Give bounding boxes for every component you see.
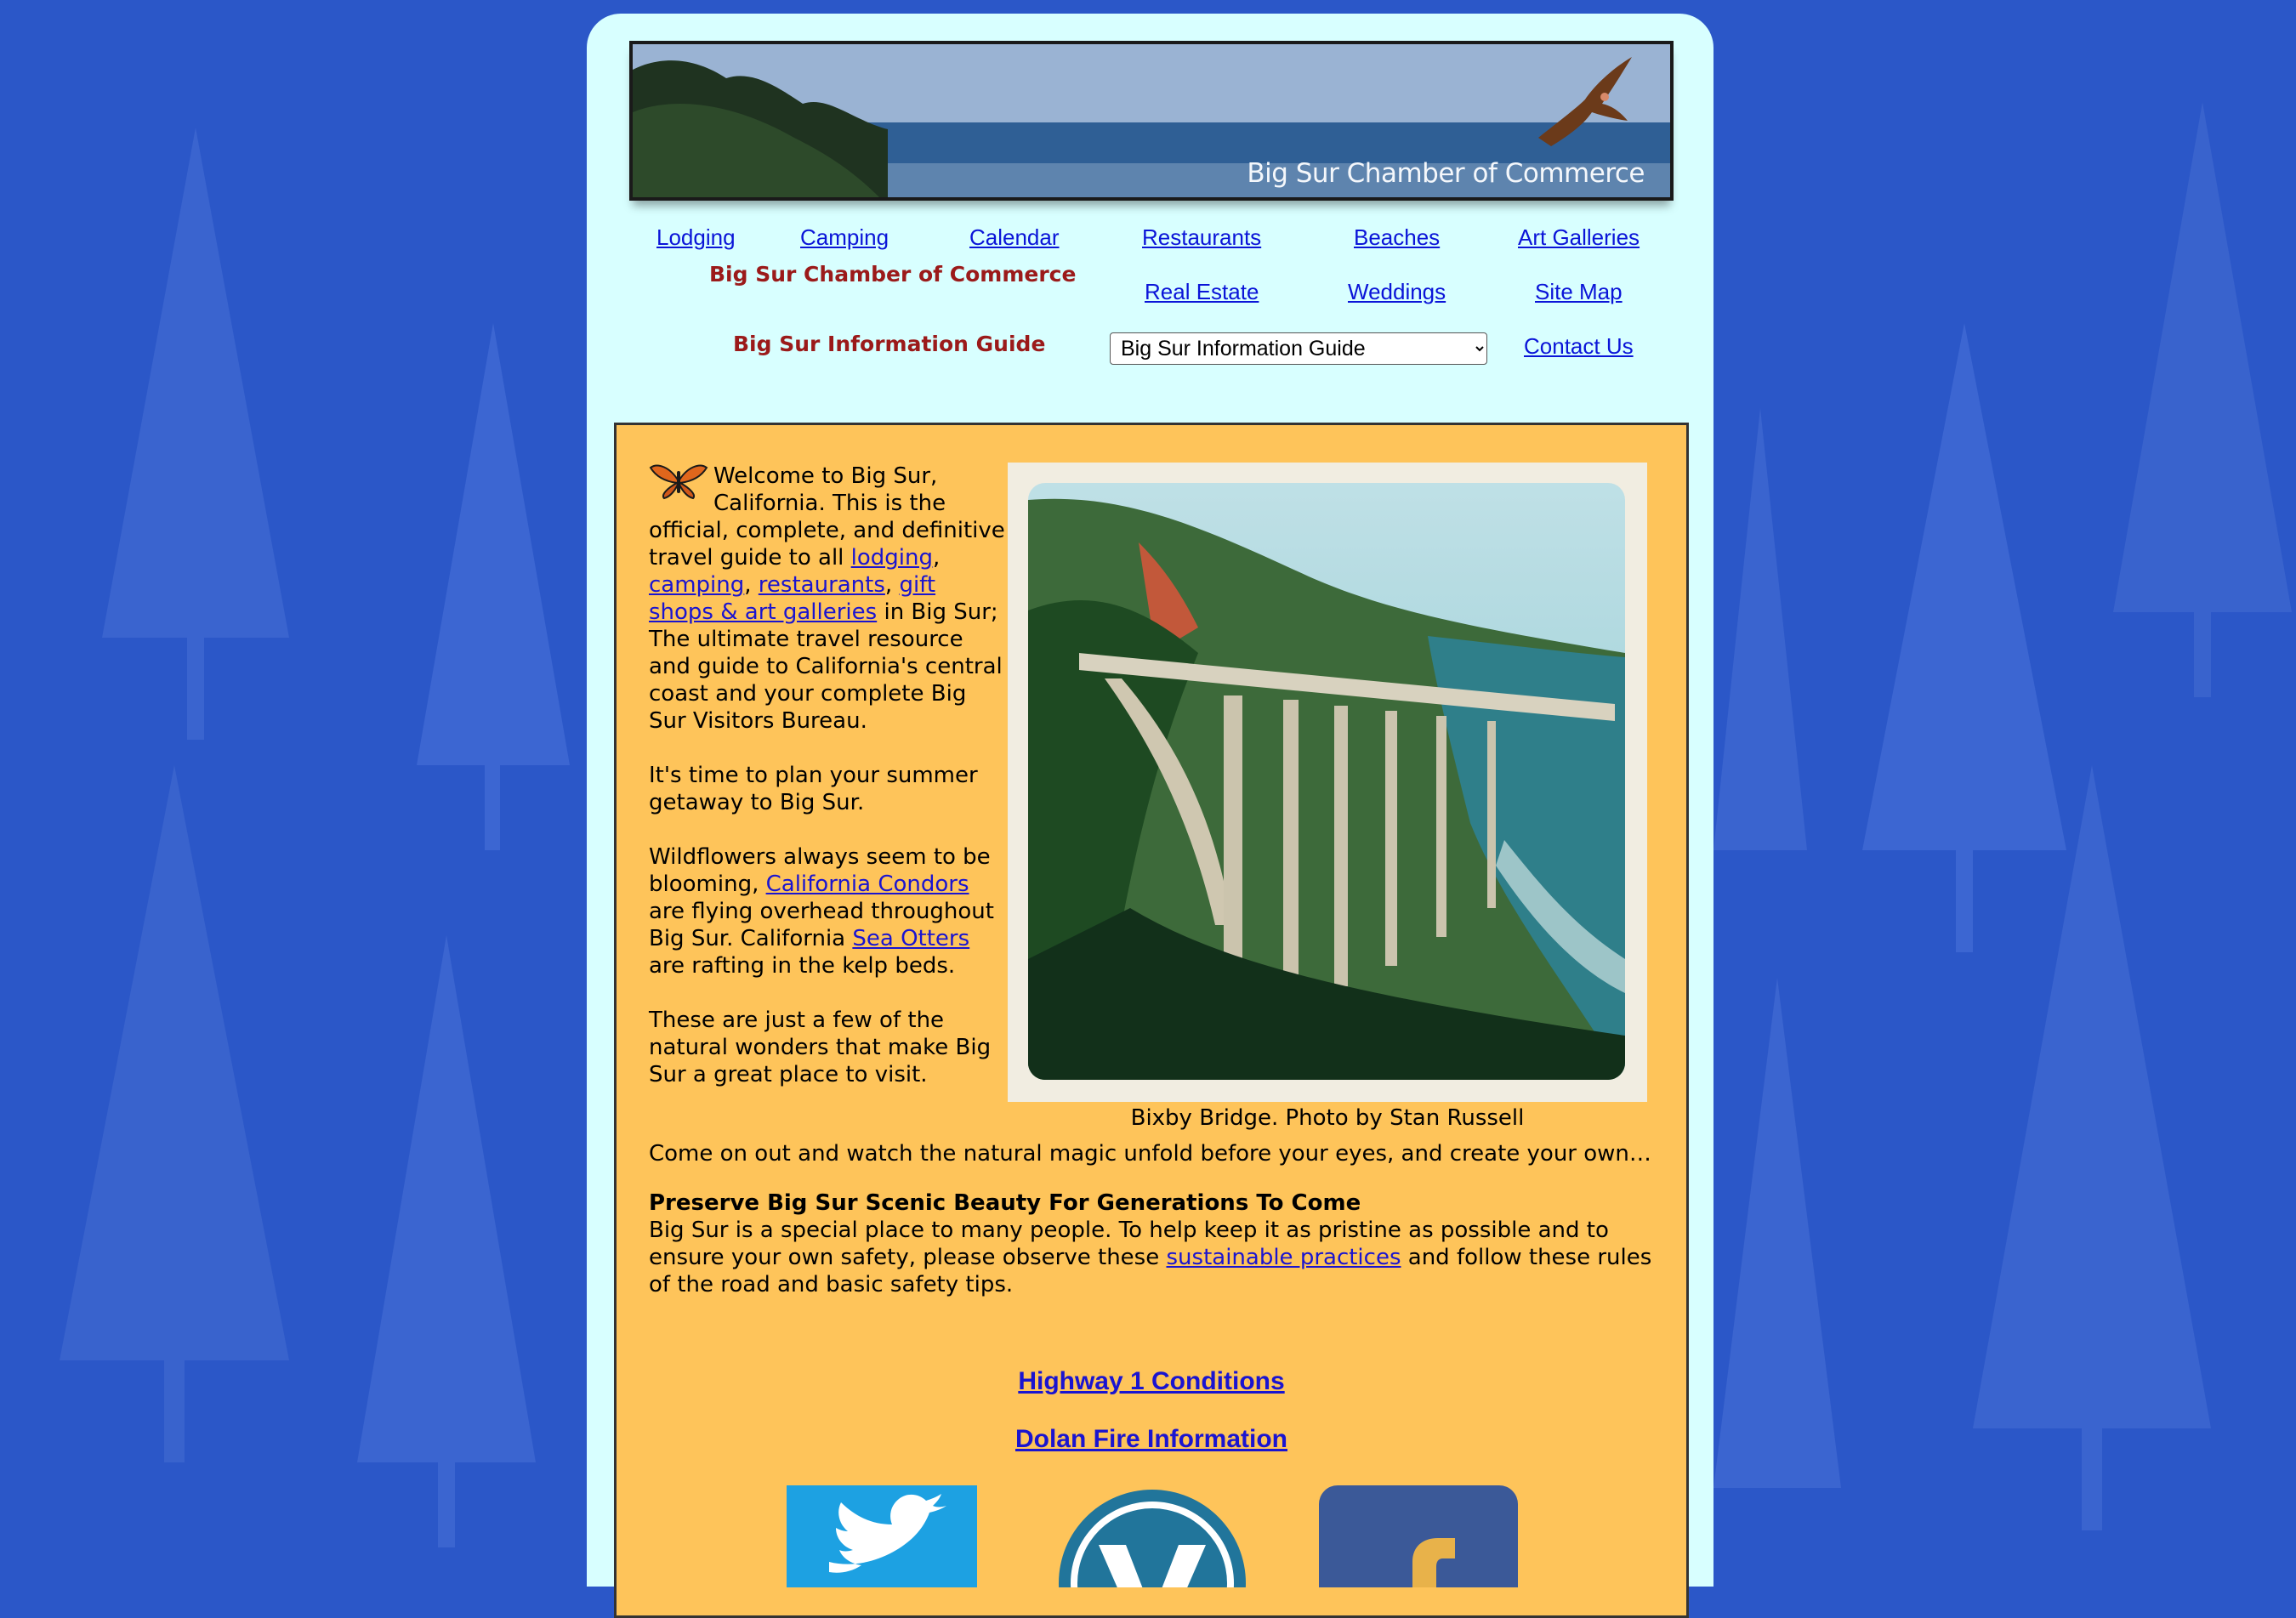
intro-paragraph-4a: These are just a few of the natural wond…	[649, 1008, 992, 1087]
butterfly-icon	[649, 463, 708, 507]
header-banner[interactable]: Big Sur Chamber of Commerce	[629, 41, 1674, 201]
intro-paragraph-1: Welcome to Big Sur, California. This is …	[649, 463, 1005, 734]
nav-link-calendar[interactable]: Calendar	[969, 224, 1060, 251]
link-sea-otters[interactable]: Sea Otters	[852, 926, 969, 951]
intro-paragraph-4b: Come on out and watch the natural magic …	[649, 1141, 1651, 1167]
brand-chamber-title: Big Sur Chamber of Commerce	[709, 262, 1077, 287]
preserve-section: Come on out and watch the natural magic …	[649, 1140, 1661, 1319]
preserve-text: Big Sur is a special place to many peopl…	[649, 1218, 1652, 1297]
brand-guide-title: Big Sur Information Guide	[733, 332, 1046, 356]
preserve-heading: Preserve Big Sur Scenic Beauty For Gener…	[649, 1190, 1361, 1216]
guide-dropdown[interactable]: Big Sur Information Guide	[1110, 332, 1487, 365]
nav-link-restaurants[interactable]: Restaurants	[1142, 224, 1261, 251]
intro-link-restaurants[interactable]: restaurants	[759, 572, 885, 598]
banner-title: Big Sur Chamber of Commerce	[1247, 158, 1645, 189]
intro-paragraph-2: It's time to plan your summer getaway to…	[649, 763, 978, 815]
twitter-icon[interactable]	[787, 1485, 977, 1587]
nav-link-site-map[interactable]: Site Map	[1535, 279, 1623, 305]
link-highway-1-conditions[interactable]: Highway 1 Conditions	[1018, 1367, 1284, 1395]
background-tree	[400, 323, 587, 850]
dolan-fire-row: Dolan Fire Information	[617, 1425, 1686, 1454]
background-tree	[1956, 765, 2228, 1530]
background-tree	[34, 765, 315, 1462]
nav-link-contact-us[interactable]: Contact Us	[1524, 333, 1634, 360]
background-tree	[340, 935, 553, 1547]
bixby-bridge-photo-frame	[1008, 463, 1647, 1102]
nav-link-weddings[interactable]: Weddings	[1348, 279, 1446, 305]
facebook-icon[interactable]	[1319, 1485, 1518, 1587]
background-tree	[77, 128, 315, 740]
intro-link-camping[interactable]: camping	[649, 572, 744, 598]
condor-icon	[1538, 57, 1632, 146]
intro-link-lodging[interactable]: lodging	[851, 545, 933, 571]
nav-link-beaches[interactable]: Beaches	[1354, 224, 1440, 251]
wordpress-icon[interactable]	[1054, 1485, 1250, 1587]
main-content: Welcome to Big Sur, California. This is …	[614, 423, 1689, 1618]
highway-conditions-row: Highway 1 Conditions	[617, 1367, 1686, 1396]
background-tree	[1709, 978, 1845, 1573]
link-dolan-fire-information[interactable]: Dolan Fire Information	[1015, 1425, 1287, 1453]
page-container: Big Sur Chamber of Commerce Lodging Camp…	[587, 14, 1713, 1618]
nav-link-camping[interactable]: Camping	[800, 224, 889, 251]
nav-link-art-galleries[interactable]: Art Galleries	[1518, 224, 1640, 251]
photo-caption: Bixby Bridge. Photo by Stan Russell	[1130, 1105, 1525, 1131]
background-tree	[1709, 408, 1811, 918]
link-sustainable-practices[interactable]: sustainable practices	[1167, 1245, 1401, 1270]
link-california-condors[interactable]: California Condors	[766, 871, 969, 897]
nav-link-lodging[interactable]: Lodging	[656, 224, 736, 251]
nav-link-real-estate[interactable]: Real Estate	[1145, 279, 1259, 305]
background-tree	[2109, 102, 2296, 697]
bixby-bridge-photo	[1028, 483, 1625, 1080]
intro-paragraph-3: Wildflowers always seem to be blooming, …	[649, 844, 994, 979]
intro-text: Welcome to Big Sur, California. This is …	[649, 463, 1006, 1088]
